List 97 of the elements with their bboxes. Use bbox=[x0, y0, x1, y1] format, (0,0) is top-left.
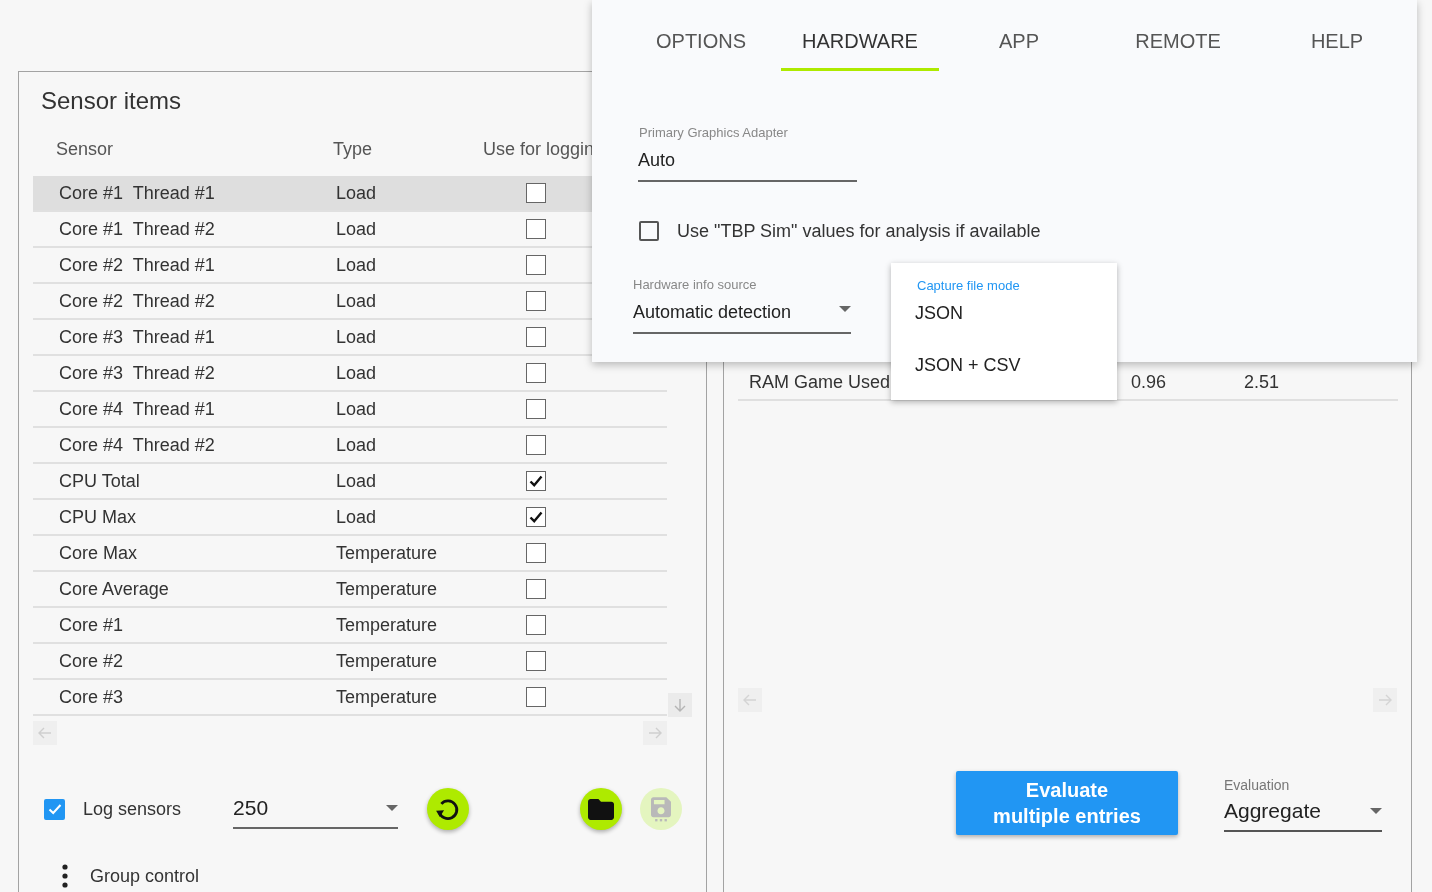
graphics-adapter-field[interactable]: Primary Graphics Adapter Auto bbox=[638, 125, 857, 182]
field-value: Auto bbox=[638, 149, 676, 172]
sensor-type: Load bbox=[336, 470, 377, 492]
checkbox-label: Use "TBP Sim" values for analysis if available bbox=[677, 220, 1041, 242]
sensor-type: Load bbox=[336, 290, 377, 312]
checkbox[interactable] bbox=[526, 579, 546, 599]
result-value: 2.51 bbox=[1244, 371, 1280, 393]
column-header: Sensor bbox=[56, 139, 114, 160]
checkbox[interactable] bbox=[639, 221, 659, 241]
sensor-name: CPU Max bbox=[59, 506, 136, 528]
table-row[interactable]: Core #3 Temperature bbox=[33, 680, 667, 716]
checkbox[interactable] bbox=[526, 255, 546, 275]
folder-icon bbox=[588, 798, 615, 820]
sensor-name: Core #3 Thread #2 bbox=[59, 362, 215, 384]
sensor-type: Load bbox=[336, 362, 377, 384]
sensor-type: Load bbox=[336, 398, 377, 420]
checkbox[interactable] bbox=[526, 507, 546, 527]
log-sensors-checkbox[interactable] bbox=[44, 798, 65, 820]
result-value: 0.96 bbox=[1131, 371, 1167, 393]
panel-title: Sensor items bbox=[41, 86, 182, 116]
caret-icon bbox=[839, 306, 851, 312]
arrow-left-icon bbox=[37, 725, 53, 741]
table-row[interactable]: Core #4 Thread #1 Load bbox=[33, 392, 667, 428]
checkbox[interactable] bbox=[526, 435, 546, 455]
menu-item[interactable]: JSON + CSV bbox=[891, 346, 1117, 398]
check-icon bbox=[528, 509, 544, 525]
table-row[interactable]: Core #1 Temperature bbox=[33, 608, 667, 644]
table-row[interactable]: CPU Max Load bbox=[33, 500, 667, 536]
sensor-name: Core #3 bbox=[59, 686, 124, 708]
tab[interactable]: HARDWARE bbox=[781, 0, 939, 71]
table-row[interactable]: Core #4 Thread #2 Load bbox=[33, 428, 667, 464]
sensor-type: Temperature bbox=[336, 650, 438, 672]
checkbox[interactable] bbox=[526, 219, 546, 239]
sensor-name: Core #3 Thread #1 bbox=[59, 326, 215, 348]
arrow-right-icon bbox=[647, 725, 663, 741]
sensor-type: Load bbox=[336, 254, 377, 276]
more-vertical-icon[interactable] bbox=[62, 864, 68, 888]
menu-item[interactable]: JSON bbox=[891, 294, 1117, 346]
sensor-name: Core #4 Thread #2 bbox=[59, 434, 215, 456]
check-icon bbox=[528, 473, 544, 489]
sensor-name: Core #2 Thread #2 bbox=[59, 290, 215, 312]
sensor-name: Core #1 Thread #1 bbox=[59, 182, 215, 204]
arrow-right-icon bbox=[1377, 692, 1393, 708]
sensor-name: Core #4 Thread #1 bbox=[59, 398, 215, 420]
interval-value: 250 bbox=[233, 796, 269, 820]
arrow-left-icon bbox=[742, 692, 758, 708]
sensor-type: Temperature bbox=[336, 614, 438, 636]
column-header: Type bbox=[333, 139, 373, 160]
sensor-type: Temperature bbox=[336, 542, 438, 564]
tab[interactable]: OPTIONS bbox=[622, 0, 780, 71]
sensor-name: Core #2 bbox=[59, 650, 124, 672]
sensor-type: Load bbox=[336, 218, 377, 240]
open-folder-button[interactable] bbox=[580, 788, 623, 830]
checkbox[interactable] bbox=[526, 615, 546, 635]
field-label: Primary Graphics Adapter bbox=[639, 125, 788, 141]
refresh-button[interactable] bbox=[427, 788, 470, 830]
checkbox[interactable] bbox=[526, 327, 546, 347]
caret-icon bbox=[386, 805, 399, 811]
checkbox[interactable] bbox=[526, 543, 546, 563]
sensor-type: Temperature bbox=[336, 578, 438, 600]
log-sensors-label: Log sensors bbox=[83, 798, 182, 820]
evaluation-value: Aggregate bbox=[1224, 798, 1321, 824]
table-row[interactable]: Core Average Temperature bbox=[33, 572, 667, 608]
checkbox[interactable] bbox=[526, 687, 546, 707]
table-row[interactable]: CPU Total Load bbox=[33, 464, 667, 500]
sensor-name: Core #1 bbox=[59, 614, 124, 636]
sensor-name: CPU Total bbox=[59, 470, 140, 492]
sensor-name: Core Average bbox=[59, 578, 169, 600]
table-row[interactable]: Core Max Temperature bbox=[33, 536, 667, 572]
sensor-type: Load bbox=[336, 326, 377, 348]
sensor-name: Core #1 Thread #2 bbox=[59, 218, 215, 240]
result-name: RAM Game Used bbox=[749, 371, 891, 393]
caret-icon bbox=[1370, 808, 1382, 814]
table-row[interactable]: Core #2 Temperature bbox=[33, 644, 667, 680]
floppy-disk-icon bbox=[651, 796, 672, 822]
tab[interactable]: APP bbox=[940, 0, 1098, 71]
checkbox[interactable] bbox=[526, 399, 546, 419]
column-header: Use for loggin bbox=[483, 139, 595, 160]
menu-label: Capture file mode bbox=[917, 278, 1020, 294]
sensor-name: Core #2 Thread #1 bbox=[59, 254, 215, 276]
sensor-type: Temperature bbox=[336, 686, 438, 708]
checkbox[interactable] bbox=[526, 291, 546, 311]
checkbox[interactable] bbox=[526, 471, 546, 491]
sensor-type: Load bbox=[336, 182, 377, 204]
tab[interactable]: HELP bbox=[1258, 0, 1416, 71]
sensor-name: Core Max bbox=[59, 542, 138, 564]
tab[interactable]: REMOTE bbox=[1099, 0, 1257, 71]
checkbox[interactable] bbox=[526, 651, 546, 671]
sensor-type: Load bbox=[336, 434, 377, 456]
interval-select[interactable]: 250 bbox=[233, 789, 399, 829]
group-control-label: Group control bbox=[90, 865, 200, 887]
evaluation-label: Evaluation bbox=[1224, 776, 1290, 794]
checkbox[interactable] bbox=[526, 183, 546, 203]
sensor-type: Load bbox=[336, 506, 377, 528]
arrow-down-icon bbox=[672, 697, 688, 713]
evaluation-select[interactable]: Evaluation Aggregate bbox=[1224, 776, 1382, 832]
checkbox[interactable] bbox=[526, 363, 546, 383]
